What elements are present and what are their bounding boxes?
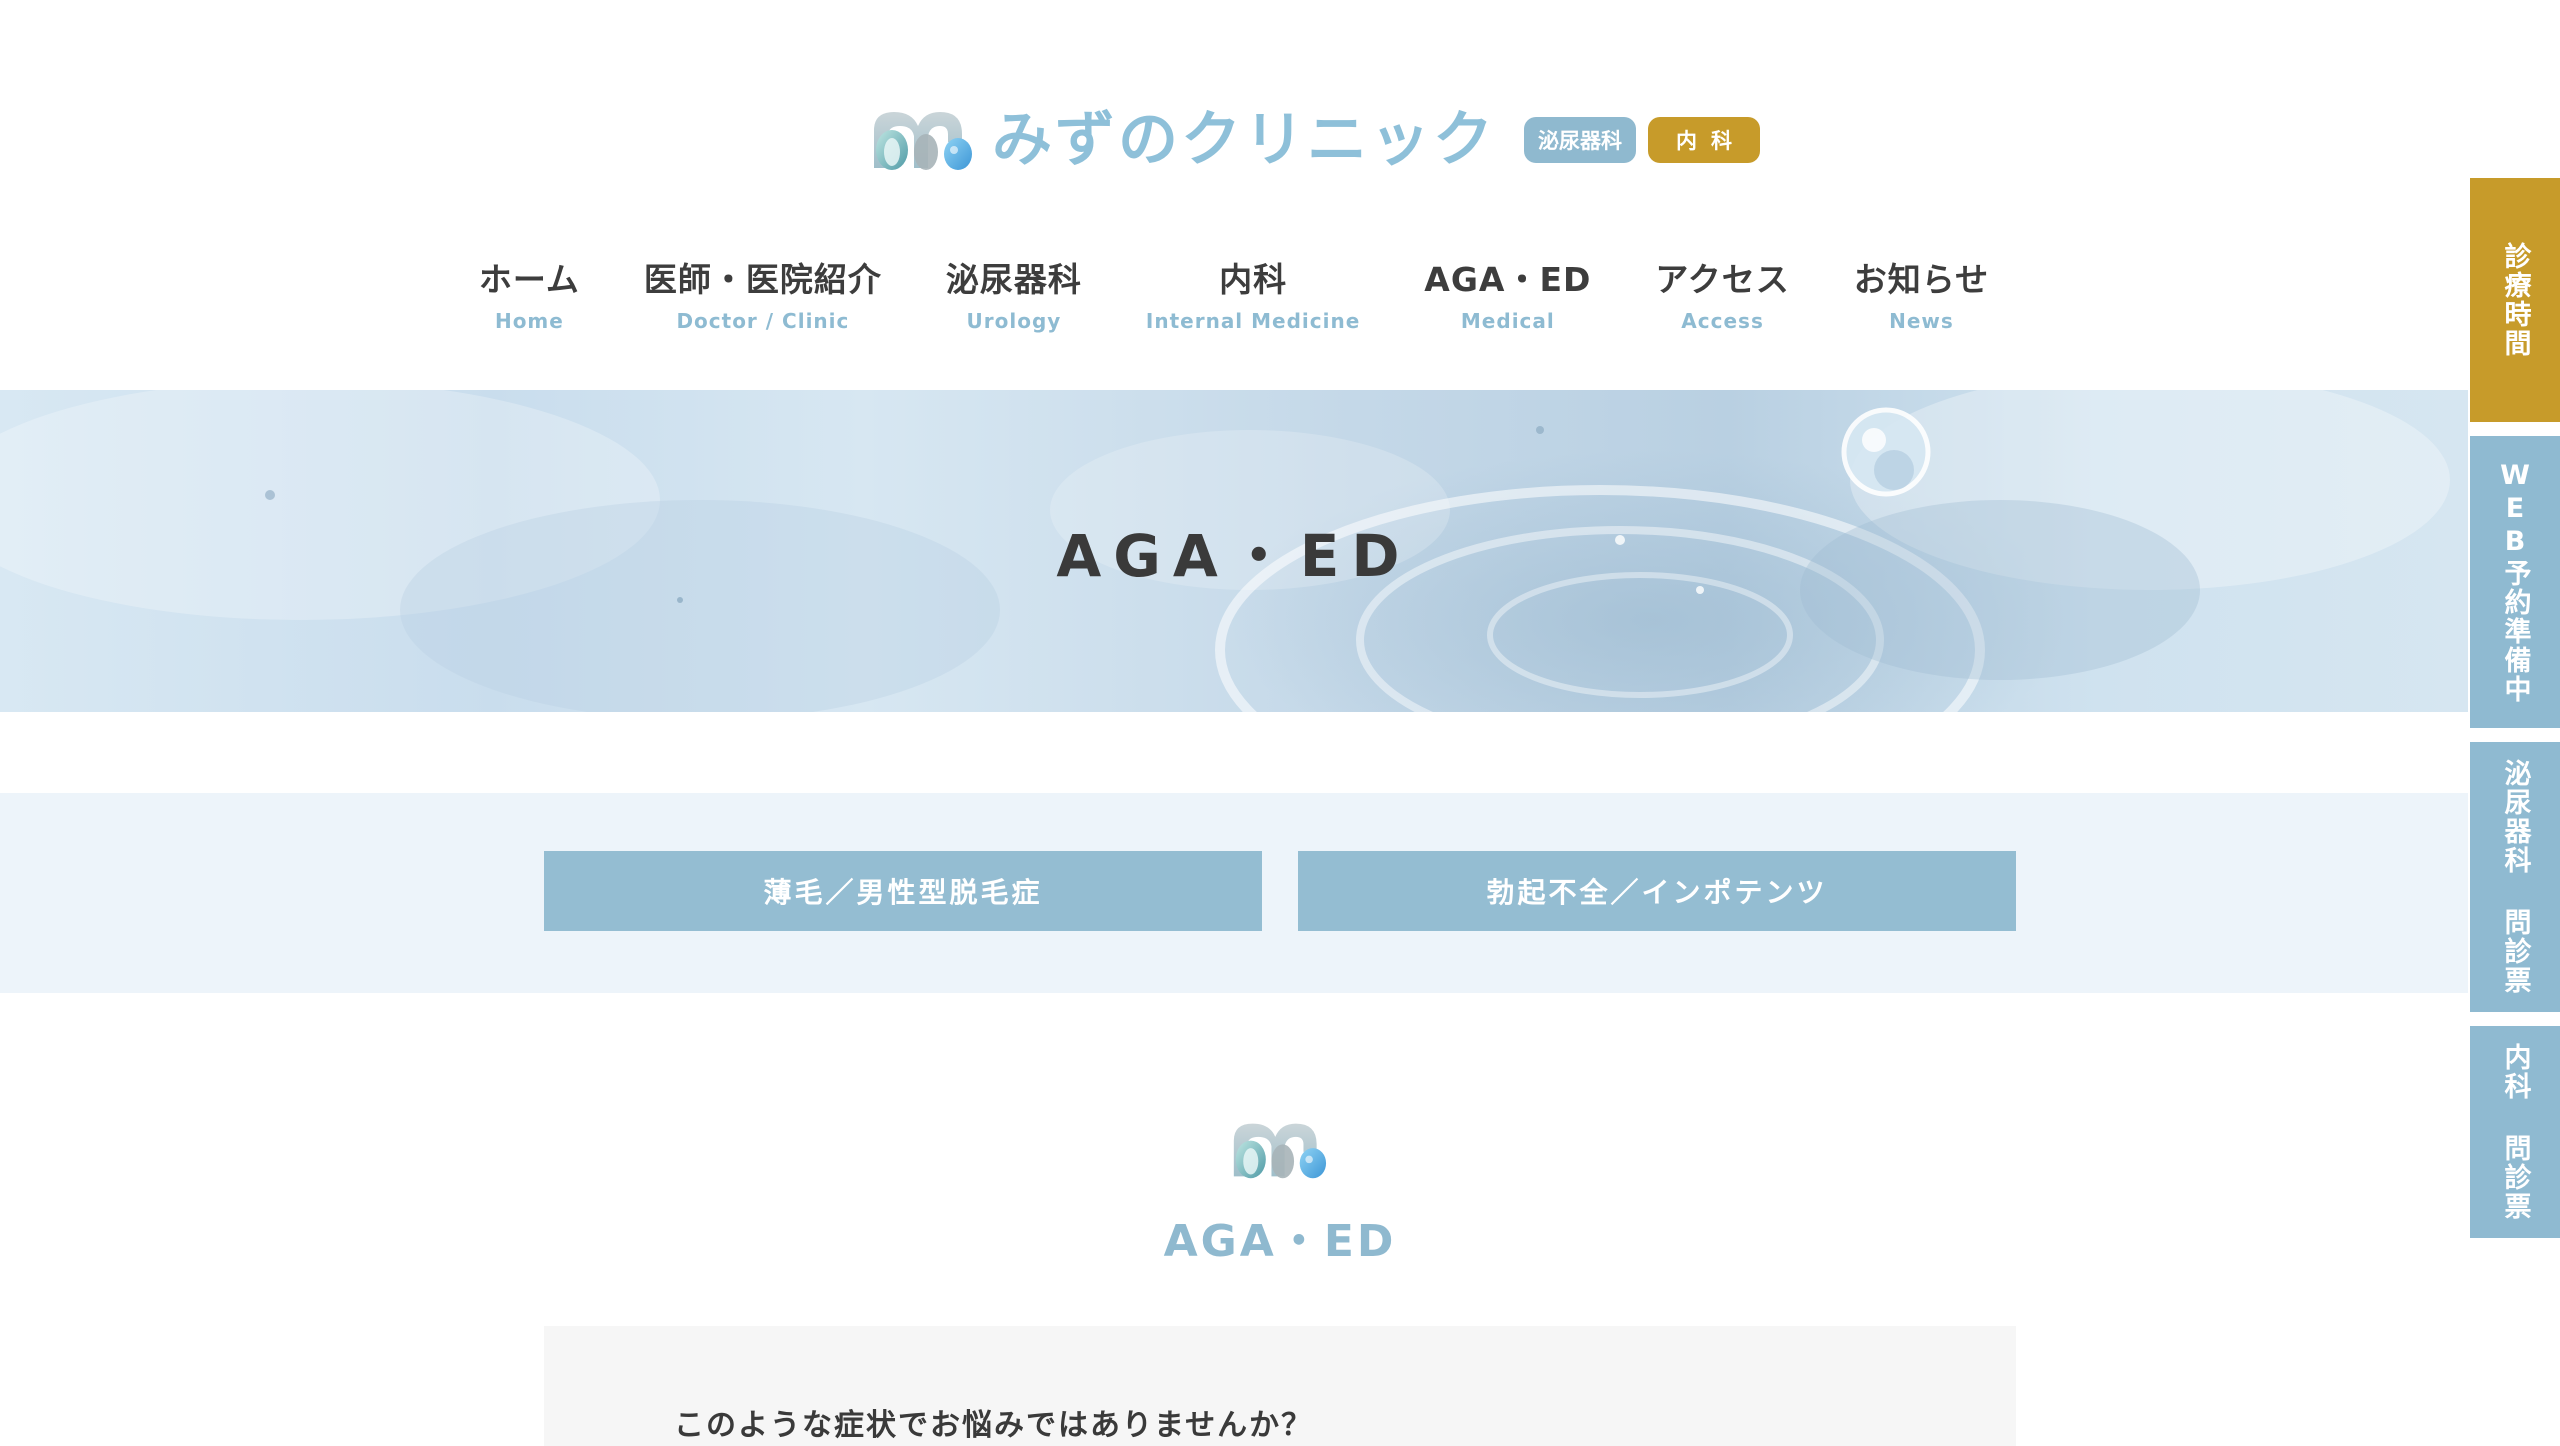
clinic-logo-icon (874, 112, 972, 170)
global-nav: ホーム Home 医師・医院紹介 Doctor / Clinic 泌尿器科 Ur… (0, 255, 2468, 333)
section-heading: AGA・ED (1163, 1216, 1397, 1267)
nav-item-urology[interactable]: 泌尿器科 Urology (914, 255, 1114, 333)
page-title: AGA・ED (1056, 522, 1412, 590)
section-logo-icon (1233, 1123, 1327, 1179)
nav-label-jp: 医師・医院紹介 (643, 260, 882, 299)
nav-item-aga-ed[interactable]: AGA・ED Medical (1392, 255, 1623, 333)
side-tab-web-reservation[interactable]: WEB予約準備中 (2470, 436, 2560, 728)
content-box: このような症状でお悩みではありませんか？ (544, 1326, 2016, 1446)
nav-label-en: Doctor / Clinic (676, 309, 850, 333)
side-tab-urology-questionnaire[interactable]: 泌尿器科 問診票 (2470, 742, 2560, 1012)
site-header: みずのクリニック 泌尿器科 内科 ホーム Home 医師・医院紹介 Doctor… (0, 0, 2560, 390)
side-tab-label: WEB予約準備中 (2499, 460, 2531, 704)
nav-label-jp: 内科 (1219, 260, 1288, 299)
urology-badge: 泌尿器科 (1524, 117, 1636, 163)
nav-item-access[interactable]: アクセス Access (1623, 255, 1821, 333)
side-tab-label: 診療時間 (2499, 242, 2531, 358)
nav-item-home[interactable]: ホーム Home (447, 255, 612, 333)
nav-item-doctor-clinic[interactable]: 医師・医院紹介 Doctor / Clinic (612, 255, 914, 333)
intro-text: このような症状でお悩みではありませんか？ (674, 1408, 1314, 1443)
subnav-button-aga[interactable]: 薄毛／男性型脱毛症 (544, 851, 1262, 931)
subnav-button-ed[interactable]: 勃起不全／インポテンツ (1298, 851, 2016, 931)
nav-label-en: Access (1681, 309, 1764, 333)
nav-label-en: Home (494, 309, 564, 333)
nav-label-jp: 泌尿器科 (945, 260, 1082, 299)
nav-label-jp: ホーム (478, 260, 580, 299)
side-tab-internal-questionnaire[interactable]: 内科 問診票 (2470, 1026, 2560, 1238)
nav-label-en: News (1889, 309, 1954, 333)
nav-label-jp: アクセス (1655, 260, 1790, 299)
nav-label-en: Internal Medicine (1145, 309, 1361, 333)
internal-medicine-badge: 内科 (1648, 117, 1760, 163)
nav-label-en: Medical (1460, 309, 1555, 333)
nav-label-en: Urology (966, 309, 1062, 333)
side-tab-hours[interactable]: 診療時間 (2470, 178, 2560, 422)
page-hero: AGA・ED (0, 390, 2468, 712)
nav-label-jp: AGA・ED (1424, 260, 1592, 299)
nav-label-jp: お知らせ (1853, 260, 1990, 299)
side-tab-label: 泌尿器科 問診票 (2499, 759, 2531, 995)
sub-nav-band: 薄毛／男性型脱毛症 勃起不全／インポテンツ (0, 793, 2468, 993)
nav-item-news[interactable]: お知らせ News (1822, 255, 2021, 333)
side-tab-label: 内科 問診票 (2499, 1043, 2531, 1221)
nav-item-internal-medicine[interactable]: 内科 Internal Medicine (1114, 255, 1392, 333)
clinic-name: みずのクリニック (992, 105, 1496, 175)
site-logo[interactable]: みずのクリニック 泌尿器科 内科 (870, 100, 1760, 180)
